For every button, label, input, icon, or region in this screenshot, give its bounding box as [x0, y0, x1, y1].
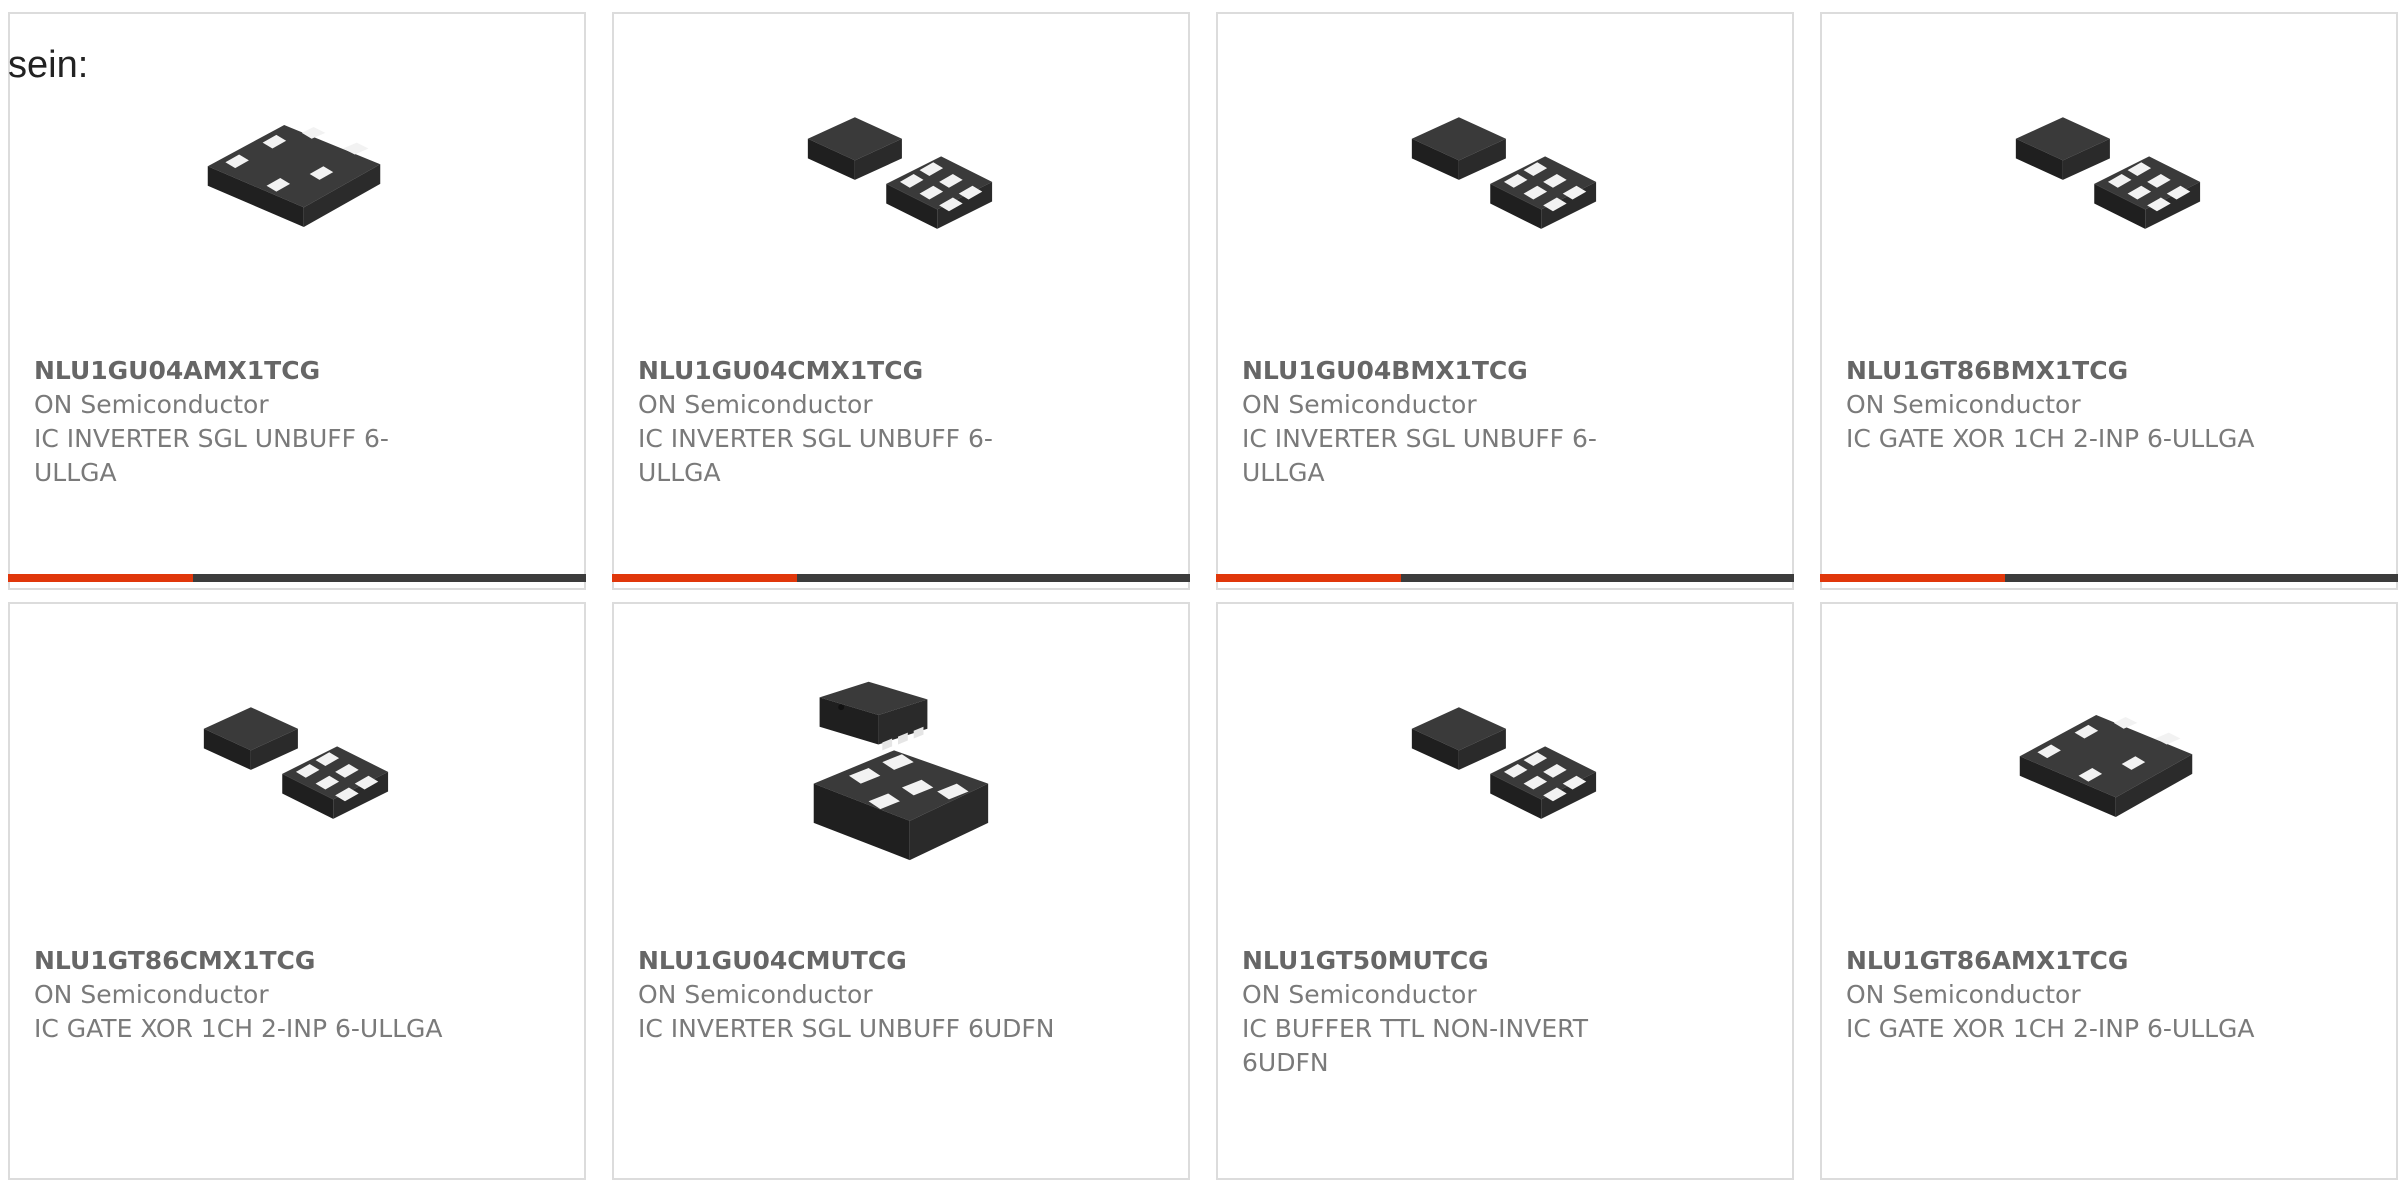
part-number-link[interactable]: NLU1GT86BMX1TCG — [1846, 354, 2266, 388]
part-number-link[interactable]: NLU1GU04BMX1TCG — [1242, 354, 1662, 388]
product-card[interactable]: NLU1GT50MUTCG ON Semiconductor IC BUFFER… — [1216, 602, 1794, 1180]
product-grid: NLU1GU04AMX1TCG ON Semiconductor IC INVE… — [8, 12, 2398, 1180]
product-card[interactable]: NLU1GU04CMUTCG ON Semiconductor IC INVER… — [612, 602, 1190, 1180]
description: IC BUFFER TTL NON-INVERT 6UDFN — [1242, 1014, 1588, 1077]
intro-text: sein: — [8, 44, 89, 86]
ullga-package-pair-icon — [1404, 78, 1600, 274]
ullga-package-pair-icon — [2008, 78, 2204, 274]
manufacturer: ON Semiconductor — [34, 390, 269, 419]
description: IC INVERTER SGL UNBUFF 6UDFN — [638, 1014, 1055, 1043]
progress-fill — [1820, 574, 2005, 582]
description: IC GATE XOR 1CH 2-INP 6-ULLGA — [1846, 424, 2255, 453]
progress-fill — [1216, 574, 1401, 582]
product-card[interactable]: NLU1GT86CMX1TCG ON Semiconductor IC GATE… — [8, 602, 586, 1180]
product-card[interactable]: NLU1GU04CMX1TCG ON Semiconductor IC INVE… — [612, 12, 1190, 590]
part-number-link[interactable]: NLU1GT50MUTCG — [1242, 944, 1662, 978]
ullga-package-top-icon — [2008, 668, 2204, 864]
product-info: NLU1GT50MUTCG ON Semiconductor IC BUFFER… — [1242, 944, 1662, 1080]
part-number-link[interactable]: NLU1GU04CMX1TCG — [638, 354, 1058, 388]
description: IC INVERTER SGL UNBUFF 6-ULLGA — [34, 424, 389, 487]
product-card[interactable]: NLU1GU04BMX1TCG ON Semiconductor IC INVE… — [1216, 12, 1794, 590]
part-number-link[interactable]: NLU1GT86CMX1TCG — [34, 944, 454, 978]
manufacturer: ON Semiconductor — [638, 980, 873, 1009]
part-number-link[interactable]: NLU1GU04AMX1TCG — [34, 354, 454, 388]
product-info: NLU1GT86CMX1TCG ON Semiconductor IC GATE… — [34, 944, 454, 1046]
part-number-link[interactable]: NLU1GU04CMUTCG — [638, 944, 1058, 978]
ullga-package-pair-icon — [1404, 668, 1600, 864]
hover-progress-bar — [8, 574, 586, 582]
description: IC INVERTER SGL UNBUFF 6-ULLGA — [638, 424, 993, 487]
product-info: NLU1GT86AMX1TCG ON Semiconductor IC GATE… — [1846, 944, 2266, 1046]
product-info: NLU1GU04BMX1TCG ON Semiconductor IC INVE… — [1242, 354, 1662, 490]
product-info: NLU1GU04CMUTCG ON Semiconductor IC INVER… — [638, 944, 1058, 1046]
ullga-package-pair-icon — [196, 668, 392, 864]
manufacturer: ON Semiconductor — [1242, 390, 1477, 419]
description: IC GATE XOR 1CH 2-INP 6-ULLGA — [1846, 1014, 2255, 1043]
product-card[interactable]: NLU1GU04AMX1TCG ON Semiconductor IC INVE… — [8, 12, 586, 590]
product-info: NLU1GT86BMX1TCG ON Semiconductor IC GATE… — [1846, 354, 2266, 456]
hover-progress-bar — [1820, 574, 2398, 582]
progress-fill — [612, 574, 797, 582]
part-number-link[interactable]: NLU1GT86AMX1TCG — [1846, 944, 2266, 978]
product-info: NLU1GU04AMX1TCG ON Semiconductor IC INVE… — [34, 354, 454, 490]
manufacturer: ON Semiconductor — [1242, 980, 1477, 1009]
product-card[interactable]: NLU1GT86AMX1TCG ON Semiconductor IC GATE… — [1820, 602, 2398, 1180]
manufacturer: ON Semiconductor — [1846, 390, 2081, 419]
product-info: NLU1GU04CMX1TCG ON Semiconductor IC INVE… — [638, 354, 1058, 490]
ullga-package-pair-icon — [800, 78, 996, 274]
description: IC INVERTER SGL UNBUFF 6-ULLGA — [1242, 424, 1597, 487]
manufacturer: ON Semiconductor — [34, 980, 269, 1009]
description: IC GATE XOR 1CH 2-INP 6-ULLGA — [34, 1014, 443, 1043]
hover-progress-bar — [612, 574, 1190, 582]
manufacturer: ON Semiconductor — [1846, 980, 2081, 1009]
hover-progress-bar — [1216, 574, 1794, 582]
progress-fill — [8, 574, 193, 582]
manufacturer: ON Semiconductor — [638, 390, 873, 419]
udfn-package-icon — [800, 668, 996, 864]
product-card[interactable]: NLU1GT86BMX1TCG ON Semiconductor IC GATE… — [1820, 12, 2398, 590]
ullga-package-top-icon — [196, 78, 392, 274]
